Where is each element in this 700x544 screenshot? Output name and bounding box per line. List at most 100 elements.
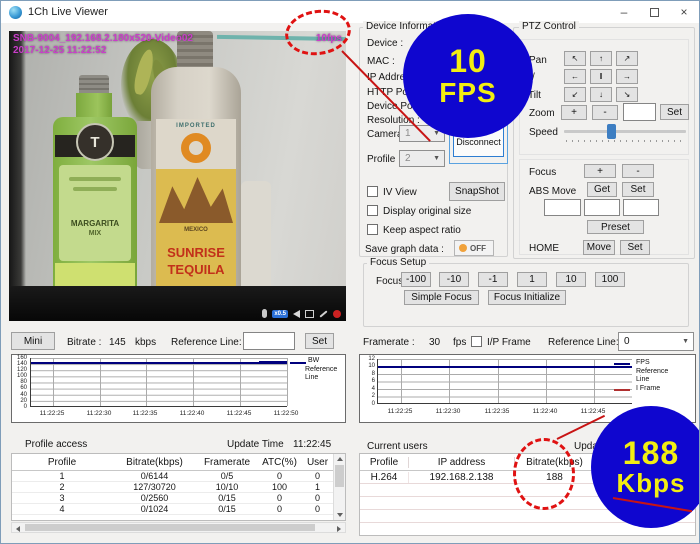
home-set-button[interactable]: Set [620,240,650,255]
snapshot-button[interactable]: SnapShot [449,182,505,201]
legend-iframe: I Frame [636,385,660,392]
ptz-left-button[interactable]: ← [564,69,586,84]
cell: 100 [257,482,302,492]
video-feed[interactable]: T MARGARITA MIX IMPORTED MEXICO SUNRISE … [9,31,346,321]
cell: 2 [12,482,112,492]
abs-z-input[interactable] [623,199,659,216]
zoom-out-button[interactable]: - [592,105,618,120]
cell: 10/10 [197,482,257,492]
abs-get-button[interactable]: Get [587,182,617,197]
framerate-ref-value: 0 [624,336,630,347]
home-move-button[interactable]: Move [583,240,615,255]
preset-button[interactable]: Preset [587,220,644,234]
speed-slider-thumb[interactable] [607,124,616,139]
fps-series-line [378,366,632,368]
x-tick: 11:22:25 [40,410,65,417]
iv-view-label: IV View [383,187,417,198]
focus-step-minus10[interactable]: -10 [439,272,469,287]
minimize-button[interactable]: – [609,1,639,23]
table-hscrollbar[interactable] [11,522,346,533]
focus-step-minus100[interactable]: -100 [401,272,431,287]
x-tick: 11:22:30 [87,410,112,417]
focus-initialize-button[interactable]: Focus Initialize [488,290,566,305]
profile-access-title: Profile access [25,439,87,450]
keep-aspect-checkbox[interactable] [367,224,378,235]
monitor-icon[interactable] [305,310,314,318]
profile-select[interactable]: 2▼ [399,150,445,167]
ptz-stop-button[interactable]: ‖ [590,69,612,84]
zoom-value-input[interactable] [623,103,656,121]
zoom-set-button[interactable]: Set [660,104,689,120]
display-original-checkbox[interactable] [367,205,378,216]
ip-frame-checkbox[interactable] [471,336,482,347]
close-button[interactable]: × [669,1,699,23]
scale-badge[interactable]: x0.5 [272,310,288,318]
ptz-right-button[interactable]: → [616,69,638,84]
focus-step-plus100[interactable]: 100 [595,272,625,287]
reference-line-input[interactable] [243,332,295,350]
microphone-icon[interactable] [262,309,267,318]
ptz-focus-label: Focus [529,167,556,178]
simple-focus-button[interactable]: Simple Focus [404,290,479,305]
col-profile: Profile [12,457,112,468]
background-container [241,181,271,291]
bw-series-line [31,362,287,364]
x-tick: 11:22:45 [581,408,606,415]
focus-step-plus1[interactable]: 1 [517,272,547,287]
abs-set-button[interactable]: Set [622,182,654,197]
tequila-o-ring [181,133,211,163]
focus-in-button[interactable]: + [584,164,616,178]
legend-fps: FPS [636,359,650,366]
cell: 4 [12,504,112,514]
x-tick: 11:22:40 [180,410,205,417]
display-original-label: Display original size [383,206,471,217]
abs-move-label: ABS Move [529,186,576,197]
save-graph-label: Save graph data : [365,244,444,255]
framerate-ref-select[interactable]: 0▼ [618,332,694,351]
speed-label: Speed [529,127,558,138]
cell: 0 [257,504,302,514]
speaker-icon[interactable] [293,310,300,318]
toggle-dot-icon [459,244,467,252]
fps-callout: 10 FPS [403,14,533,138]
record-icon[interactable] [333,310,341,318]
toggle-state: OFF [470,244,486,253]
reference-set-button[interactable]: Set [305,333,334,349]
profile-access-table: Profile Bitrate(kbps) Framerate ATC(%) U… [11,453,346,521]
table-vscrollbar[interactable] [333,454,345,520]
x-tick: 11:22:30 [436,408,461,415]
cell: 1 [302,482,333,492]
x-tick: 11:22:45 [227,410,252,417]
cell: 192.168.2.138 [409,472,515,483]
ptz-down-right-button[interactable]: ↘ [616,87,638,102]
app-icon [9,6,22,19]
iv-view-checkbox[interactable] [367,186,378,197]
ptz-up-button[interactable]: ↑ [590,51,612,66]
tools-icon[interactable] [319,310,327,317]
camera-id-overlay: SNB-9004_192.168.2.180x520-Video02 [13,33,193,44]
focus-step-plus10[interactable]: 10 [556,272,586,287]
maximize-icon [650,8,659,17]
kbps-highlight-circle [513,438,575,510]
focus-out-button[interactable]: - [622,164,654,178]
y-tick: 0 [360,401,375,407]
tequila-brand1: SUNRISE [156,245,236,260]
zoom-in-button[interactable]: + [561,105,587,120]
scroll-right-icon [337,526,341,532]
save-graph-toggle[interactable]: OFF [454,240,494,256]
mini-button[interactable]: Mini [11,332,55,350]
focus-step-minus1[interactable]: -1 [478,272,508,287]
ptz-down-left-button[interactable]: ↙ [564,87,586,102]
abs-y-input[interactable] [584,199,620,216]
ptz-down-button[interactable]: ↓ [590,87,612,102]
speed-slider-track[interactable] [564,130,686,133]
ptz-up-left-button[interactable]: ↖ [564,51,586,66]
camera-value: 1 [405,128,411,139]
ptz-up-right-button[interactable]: ↗ [616,51,638,66]
maximize-button[interactable] [639,1,669,23]
tequila-imported-text: IMPORTED [156,123,236,129]
y-tick: 8 [360,371,375,377]
y-tick: 60 [12,385,27,391]
y-tick: 10 [360,363,375,369]
abs-x-input[interactable] [544,199,581,216]
